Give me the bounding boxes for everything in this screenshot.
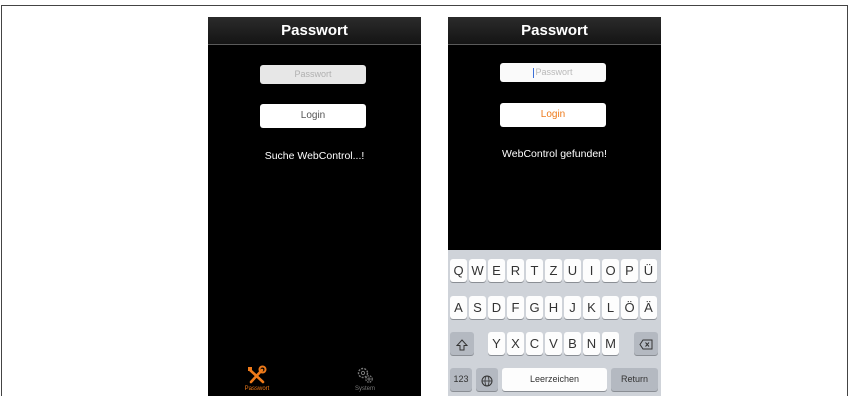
- status-text: Suche WebControl...!: [264, 150, 365, 162]
- phone-screen-found: Passwort Passwort Login WebControl gefun…: [448, 17, 661, 396]
- key-p[interactable]: P: [621, 259, 638, 282]
- phone-screen-searching: Passwort Passwort Login Suche WebControl…: [208, 17, 421, 396]
- shift-icon: [455, 338, 469, 351]
- key-y[interactable]: Y: [488, 332, 505, 355]
- globe-icon: [481, 375, 493, 387]
- key-c[interactable]: C: [526, 332, 543, 355]
- password-placeholder: Passwort: [535, 67, 573, 77]
- key-k[interactable]: K: [583, 296, 600, 319]
- key-m[interactable]: M: [602, 332, 619, 355]
- nav-title: Passwort: [448, 17, 661, 45]
- key-b[interactable]: B: [564, 332, 581, 355]
- key-h[interactable]: H: [545, 296, 562, 319]
- key-j[interactable]: J: [564, 296, 581, 319]
- return-key[interactable]: Return: [611, 368, 658, 391]
- key-n[interactable]: N: [583, 332, 600, 355]
- key-x[interactable]: X: [507, 332, 524, 355]
- onscreen-keyboard: Q W E R T Z U I O P Ü A S D F G H J K L …: [448, 250, 661, 396]
- key-i[interactable]: I: [583, 259, 600, 282]
- globe-key[interactable]: [476, 368, 498, 391]
- numbers-key[interactable]: 123: [450, 368, 472, 391]
- login-button[interactable]: Login: [260, 104, 366, 128]
- login-button[interactable]: Login: [500, 103, 606, 127]
- key-oe[interactable]: Ö: [621, 296, 638, 319]
- key-l[interactable]: L: [602, 296, 619, 319]
- shift-key[interactable]: [450, 332, 474, 355]
- gears-icon: [357, 367, 373, 383]
- key-v[interactable]: V: [545, 332, 562, 355]
- key-z[interactable]: Z: [545, 259, 562, 282]
- key-ue[interactable]: Ü: [640, 259, 657, 282]
- key-d[interactable]: D: [488, 296, 505, 319]
- password-input-focused[interactable]: Passwort: [500, 63, 606, 82]
- nav-title: Passwort: [208, 17, 421, 45]
- backspace-icon: [639, 339, 653, 350]
- key-q[interactable]: Q: [450, 259, 467, 282]
- key-w[interactable]: W: [469, 259, 486, 282]
- key-g[interactable]: G: [526, 296, 543, 319]
- key-a[interactable]: A: [450, 296, 467, 319]
- key-s[interactable]: S: [469, 296, 486, 319]
- space-key[interactable]: Leerzeichen: [502, 368, 607, 391]
- tools-icon: [248, 365, 267, 384]
- status-text: WebControl gefunden!: [502, 148, 607, 160]
- key-t[interactable]: T: [526, 259, 543, 282]
- tab-bar: Passwort System: [208, 363, 421, 396]
- delete-key[interactable]: [634, 332, 658, 355]
- key-f[interactable]: F: [507, 296, 524, 319]
- key-r[interactable]: R: [507, 259, 524, 282]
- tab-system[interactable]: System: [335, 363, 395, 396]
- key-u[interactable]: U: [564, 259, 581, 282]
- password-input[interactable]: Passwort: [260, 65, 366, 84]
- tab-system-label: System: [354, 386, 375, 392]
- tab-passwort[interactable]: Passwort: [227, 363, 287, 396]
- tab-passwort-label: Passwort: [244, 386, 270, 392]
- key-ae[interactable]: Ä: [640, 296, 657, 319]
- key-o[interactable]: O: [602, 259, 619, 282]
- figure-frame: [1, 5, 848, 396]
- key-e[interactable]: E: [488, 259, 505, 282]
